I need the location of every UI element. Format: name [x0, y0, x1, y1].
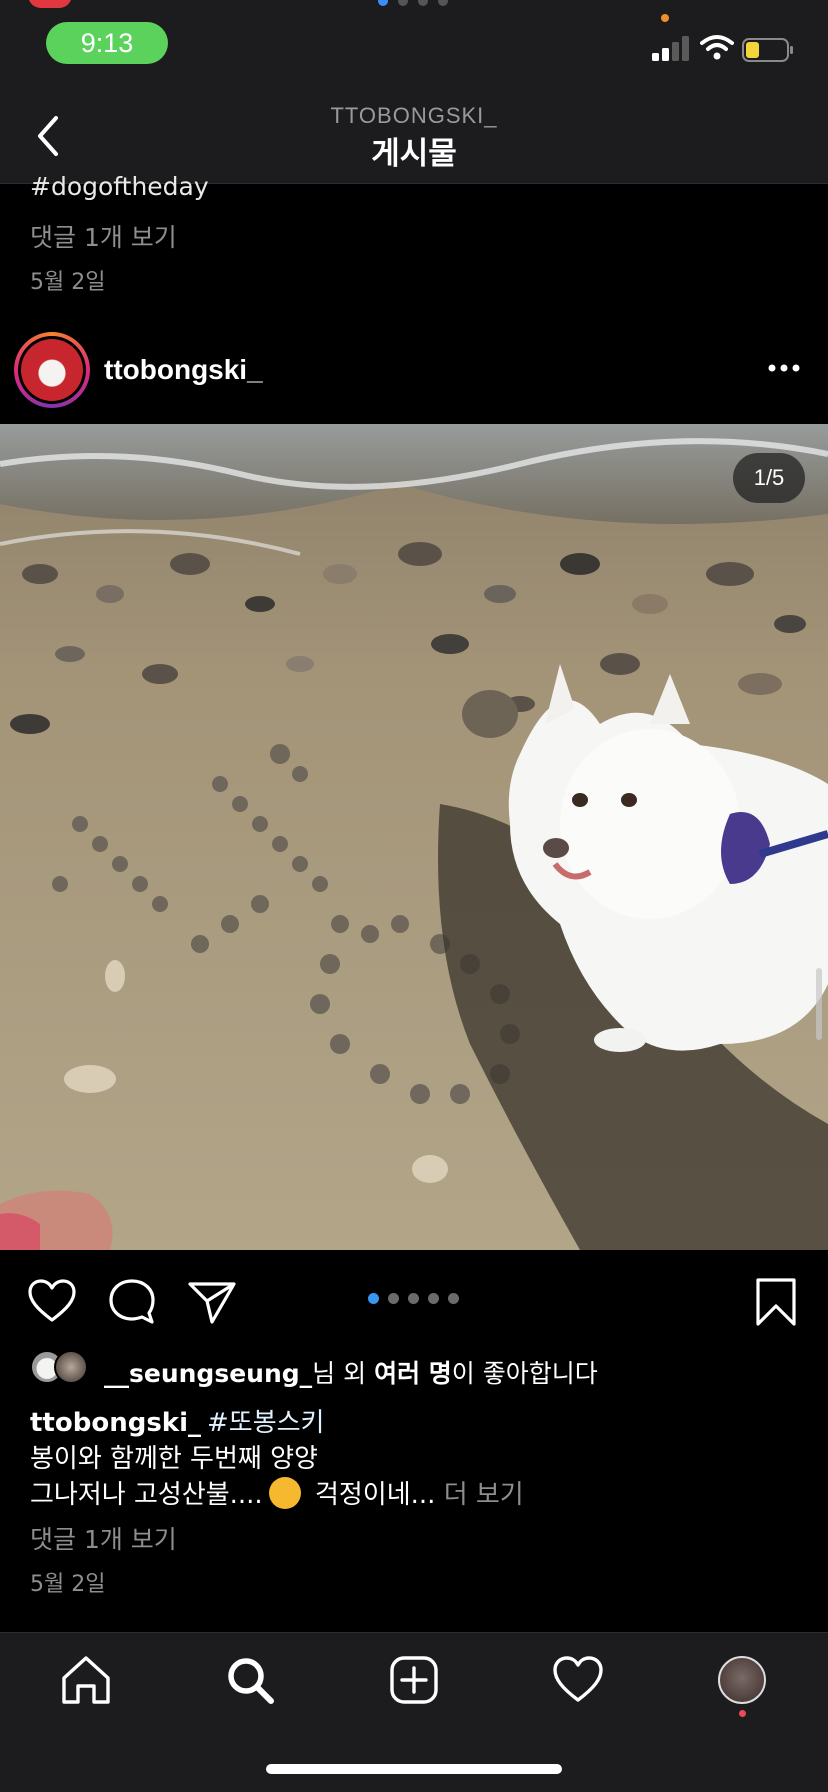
- caption-hashtag[interactable]: #또봉스키: [207, 1408, 324, 1438]
- post-photo[interactable]: [0, 424, 828, 1250]
- avatar-image: [21, 339, 83, 401]
- caption-text: 그나저나 고성산불....: [30, 1480, 263, 1510]
- home-indicator[interactable]: [266, 1764, 562, 1774]
- likes-text-mid: 님 외: [312, 1359, 375, 1388]
- caption-text: 걱정이네...: [306, 1480, 436, 1510]
- share-button[interactable]: [186, 1276, 238, 1328]
- mic-indicator: [661, 14, 669, 22]
- image-counter: 1/5: [733, 453, 805, 503]
- previous-post-hashtag[interactable]: #dogoftheday: [30, 172, 209, 201]
- post-date: 5월 2일: [30, 1572, 106, 1597]
- cellular-signal-icon: [652, 36, 689, 61]
- carousel-dot: [368, 1293, 379, 1304]
- comment-button[interactable]: [106, 1276, 158, 1328]
- page-title: 게시물: [371, 136, 457, 172]
- scroll-indicator[interactable]: [816, 968, 822, 1040]
- carousel-dot: [448, 1293, 459, 1304]
- carousel-dot: [388, 1293, 399, 1304]
- previous-post-date: 5월 2일: [30, 270, 106, 295]
- caption-more-link[interactable]: 더 보기: [435, 1480, 524, 1510]
- header-username: TTOBONGSKI_: [330, 103, 498, 128]
- carousel-dot: [408, 1293, 419, 1304]
- page-dot: [418, 0, 428, 6]
- search-icon[interactable]: [222, 1652, 278, 1708]
- post-username[interactable]: ttobongski_: [104, 354, 263, 386]
- page-dot: [438, 0, 448, 6]
- app-switcher-indicator: [0, 0, 828, 8]
- status-time[interactable]: 9:13: [46, 22, 168, 64]
- liker-avatar: [54, 1350, 88, 1384]
- create-post-icon[interactable]: [386, 1652, 442, 1708]
- carousel-indicator: [368, 1293, 468, 1305]
- carousel-dot: [428, 1293, 439, 1304]
- like-button[interactable]: [26, 1276, 78, 1328]
- likes-text-end: 이 좋아합니다: [451, 1359, 598, 1388]
- liker-username[interactable]: __seungseung_: [104, 1359, 312, 1388]
- caption-text-line: 그나저나 고성산불.... 걱정이네... 더 보기: [30, 1474, 524, 1511]
- caption-text-line: 봉이와 함께한 두번째 양양: [30, 1444, 318, 1474]
- caption-username[interactable]: ttobongski_: [30, 1408, 201, 1438]
- tired-face-emoji-icon: [268, 1477, 301, 1509]
- home-icon[interactable]: [58, 1652, 114, 1708]
- caption-header: ttobongski_ #또봉스키: [30, 1402, 324, 1439]
- profile-tab-avatar[interactable]: [718, 1656, 766, 1704]
- likes-others-link[interactable]: 여러 명: [374, 1359, 452, 1388]
- battery-icon: [742, 38, 793, 62]
- wifi-icon: [700, 35, 734, 60]
- recording-indicator: [28, 0, 72, 8]
- post-avatar[interactable]: [14, 332, 90, 408]
- notification-dot: [739, 1710, 746, 1717]
- beach-dog-photo: [0, 424, 828, 1250]
- more-options-button[interactable]: [766, 356, 802, 380]
- activity-heart-icon[interactable]: [550, 1652, 606, 1708]
- view-comments-link[interactable]: 댓글 1개 보기: [30, 1520, 177, 1556]
- save-button[interactable]: [750, 1276, 802, 1328]
- likes-text: __seungseung_님 외 여러 명이 좋아합니다: [104, 1354, 598, 1390]
- previous-post-view-comments[interactable]: 댓글 1개 보기: [30, 218, 177, 254]
- page-dot: [378, 0, 388, 6]
- page-dot: [398, 0, 408, 6]
